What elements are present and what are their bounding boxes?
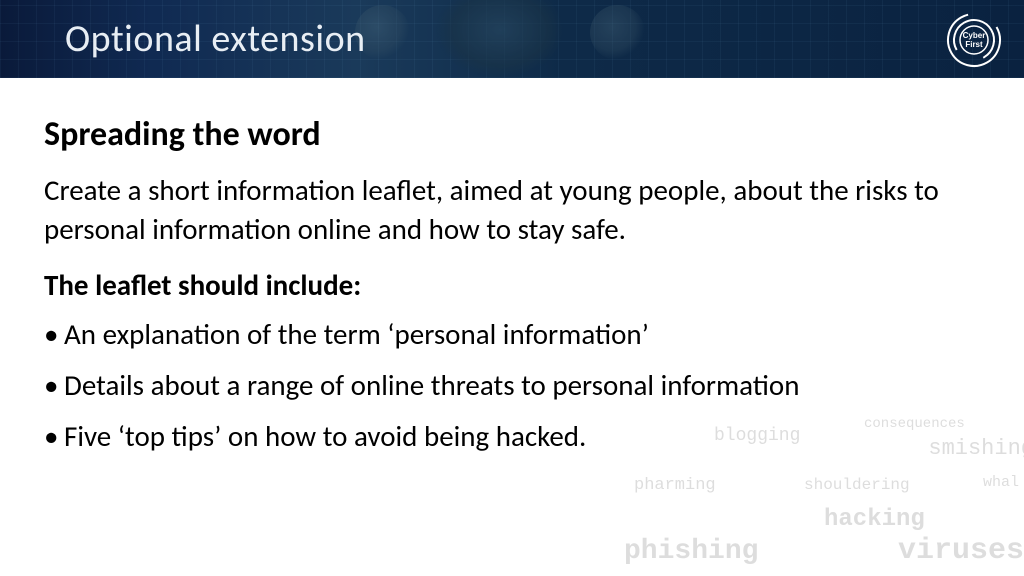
list-item: Five ‘top tips’ on how to avoid being ha… (44, 419, 980, 454)
logo-text-top: Cyber (963, 31, 986, 40)
logo-text-bottom: First (965, 40, 983, 49)
content-subtitle: Spreading the word (44, 114, 980, 155)
cyberfirst-logo: Cyber First (946, 12, 1002, 68)
bullet-list: An explanation of the term ‘personal inf… (44, 317, 980, 453)
slide-title: Optional extension (65, 16, 366, 62)
title-banner: Optional extension Cyber First (0, 0, 1024, 78)
content-area: Spreading the word Create a short inform… (0, 78, 1024, 576)
include-label: The leaflet should include: (44, 267, 980, 303)
content-intro: Create a short information leaflet, aime… (44, 171, 980, 249)
list-item: Details about a range of online threats … (44, 368, 980, 403)
list-item: An explanation of the term ‘personal inf… (44, 317, 980, 352)
banner-figure-silhouette (370, 0, 630, 78)
